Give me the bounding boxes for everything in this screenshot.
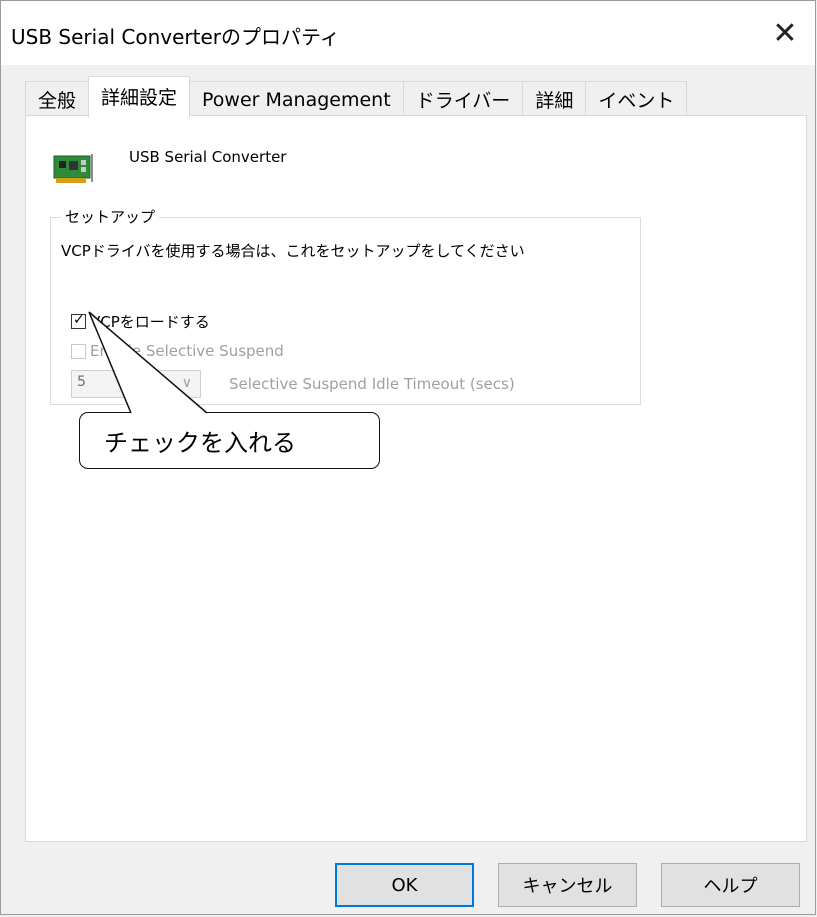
title-bar: USB Serial Converterのプロパティ ✕ — [1, 1, 815, 65]
device-name: USB Serial Converter — [129, 148, 287, 166]
network-card-icon — [53, 154, 93, 183]
cancel-button[interactable]: キャンセル — [498, 863, 637, 907]
tab-general[interactable]: 全般 — [25, 81, 90, 117]
setup-legend: セットアップ — [61, 206, 160, 227]
load-vcp-checkbox-row[interactable]: ✓ VCPをロードする — [71, 311, 210, 332]
selective-suspend-checkbox — [71, 343, 86, 359]
tab-power-management[interactable]: Power Management — [189, 81, 404, 117]
tab-details[interactable]: 詳細 — [522, 81, 587, 117]
help-button[interactable]: ヘルプ — [661, 863, 800, 907]
tab-strip: 全般 詳細設定 Power Management ドライバー 詳細 イベント — [25, 76, 688, 118]
tab-events[interactable]: イベント — [585, 81, 688, 117]
callout-text: チェックを入れる — [104, 429, 296, 457]
close-icon: ✕ — [772, 15, 798, 51]
idle-timeout-combobox: 5 ∨ — [71, 370, 201, 398]
idle-timeout-value: 5 — [77, 374, 86, 390]
tab-panel-advanced: USB Serial Converter セットアップ VCPドライバを使用する… — [25, 115, 807, 842]
selective-suspend-label: Enable Selective Suspend — [90, 342, 284, 360]
annotation-callout: チェックを入れる — [79, 412, 380, 469]
idle-timeout-label: Selective Suspend Idle Timeout (secs) — [229, 375, 515, 393]
setup-description: VCPドライバを使用する場合は、これをセットアップをしてください — [61, 242, 525, 260]
setup-groupbox: セットアップ VCPドライバを使用する場合は、これをセットアップをしてください … — [50, 206, 641, 405]
load-vcp-label: VCPをロードする — [90, 313, 210, 331]
window-title: USB Serial Converterのプロパティ — [11, 25, 340, 49]
checkmark-icon: ✓ — [73, 312, 85, 328]
ok-button[interactable]: OK — [335, 863, 474, 907]
load-vcp-checkbox[interactable]: ✓ — [71, 312, 86, 329]
tab-advanced[interactable]: 詳細設定 — [88, 76, 191, 118]
chevron-down-icon: ∨ — [181, 375, 192, 391]
properties-dialog: USB Serial Converterのプロパティ ✕ 全般 詳細設定 Pow… — [0, 0, 816, 915]
tab-driver[interactable]: ドライバー — [402, 81, 524, 117]
selective-suspend-checkbox-row: Enable Selective Suspend — [71, 342, 284, 360]
close-button[interactable]: ✕ — [755, 1, 815, 65]
